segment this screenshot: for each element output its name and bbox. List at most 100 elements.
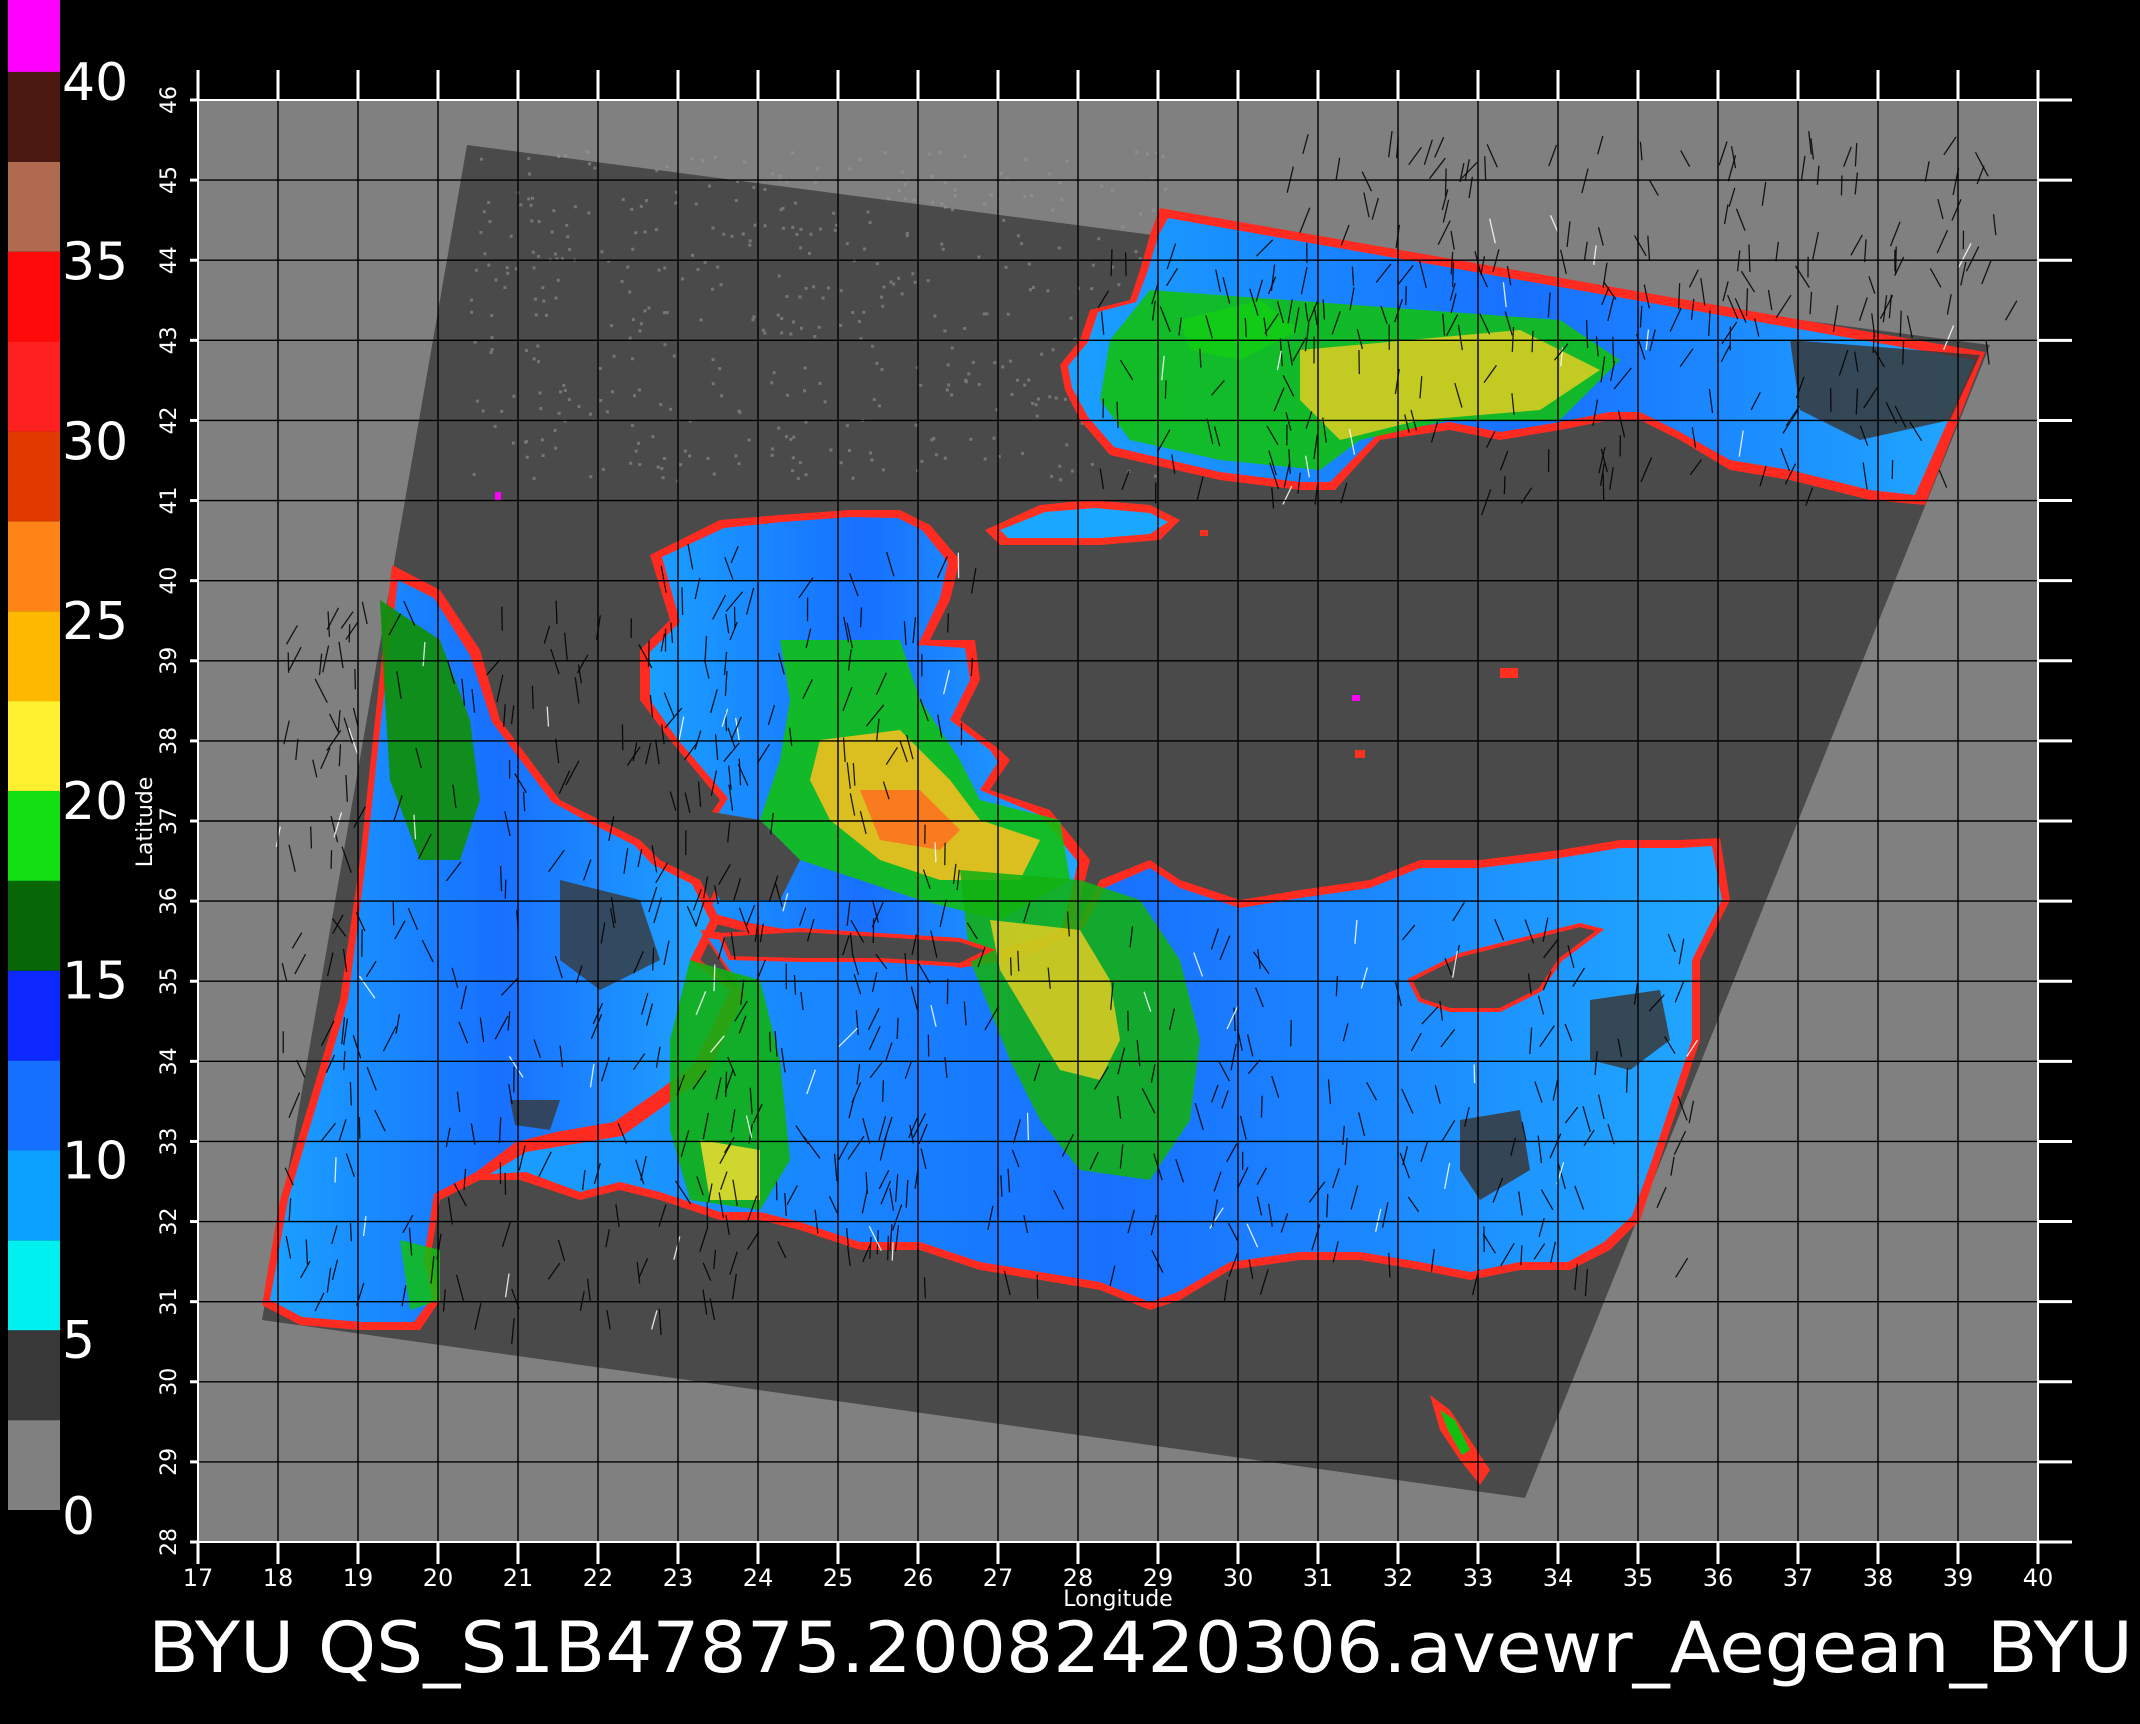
swath-speckle-dot [848,167,851,170]
latitude-tick-label: 42 [157,406,182,434]
swath-speckle-dot [491,348,494,351]
swath-speckle-dot [803,389,806,392]
longitude-tick-label: 25 [823,1564,854,1592]
longitude-tick-label: 39 [1943,1564,1974,1592]
swath-speckle-dot [574,205,577,208]
swath-speckle-dot [666,165,669,168]
swath-speckle-dot [655,169,658,172]
swath-speckle-dot [791,226,794,229]
swath-speckle-dot [712,382,715,385]
swath-speckle-dot [564,154,567,157]
swath-speckle-dot [763,188,766,191]
swath-speckle-dot [773,371,776,374]
swath-speckle-dot [805,287,808,290]
swath-speckle-dot [851,311,854,314]
swath-speckle-dot [519,203,522,206]
swath-speckle-dot [1146,153,1149,156]
swath-speckle-dot [663,266,666,269]
swath-speckle-dot [913,198,916,201]
wind-barb [682,587,683,614]
swath-speckle-dot [734,454,737,457]
color-scale-labels: 0510152025303540 [62,53,128,1547]
swath-speckle-dot [816,167,819,170]
swath-speckle-dot [901,171,904,174]
swath-speckle-dot [780,317,783,320]
swath-speckle-dot [1121,226,1124,229]
swath-speckle-dot [791,151,794,154]
swath-speckle-dot [863,247,866,250]
swath-speckle-dot [1020,242,1023,245]
swath-speckle-dot [644,230,647,233]
latitude-tick-label: 40 [157,567,182,595]
swath-speckle-dot [1070,317,1073,320]
color-scale-segment [8,971,60,1061]
wind-barb [1111,249,1112,276]
longitude-tick-label: 36 [1703,1564,1734,1592]
wind-barb [948,613,949,632]
color-scale-segment [8,1330,60,1420]
longitude-tick-label: 40 [2023,1564,2054,1592]
swath-speckle-dot [771,172,774,175]
swath-speckle-dot [749,239,752,242]
swath-speckle-dot [819,228,822,231]
color-scale-bar [8,0,60,1510]
swath-speckle-dot [940,243,943,246]
wind-barb [1011,957,1012,975]
swath-speckle-dot [706,457,709,460]
swath-speckle-dot [1007,313,1010,316]
swath-speckle-dot [764,224,767,227]
swath-speckle-dot [663,343,666,346]
swath-speckle-dot [799,461,802,464]
swath-speckle-dot [512,395,515,398]
swath-speckle-dot [867,210,870,213]
swath-speckle-dot [697,268,700,271]
swath-speckle-dot [1040,353,1043,356]
swath-speckle-dot [978,383,981,386]
swath-speckle-dot [638,463,641,466]
swath-speckle-dot [748,244,751,247]
swath-speckle-dot [539,407,542,410]
swath-speckle-dot [588,162,591,165]
swath-speckle-dot [753,315,756,318]
swath-speckle-dot [470,299,473,302]
swath-speckle-dot [904,183,907,186]
swath-speckle-dot [487,264,490,267]
color-scale-segment [8,1420,60,1510]
swath-speckle-dot [483,252,486,255]
wind-barb [1504,476,1505,494]
swath-speckle-dot [777,314,780,317]
swath-speckle-dot [881,305,884,308]
color-scale-segment [8,701,60,791]
swath-speckle-dot [533,477,536,480]
swath-speckle-dot [673,354,676,357]
longitude-tick-label: 37 [1783,1564,1814,1592]
swath-speckle-dot [720,394,723,397]
swath-speckle-dot [530,219,533,222]
swath-speckle-dot [638,329,641,332]
wind-barb [311,827,312,849]
wind-barb [1627,1068,1628,1093]
swath-speckle-dot [942,248,945,251]
swath-speckle-dot [1071,470,1074,473]
swath-speckle-dot [684,450,687,453]
swath-speckle-dot [1017,234,1020,237]
swath-speckle-dot [1016,379,1019,382]
swath-speckle-dot [871,345,874,348]
swath-speckle-dot [714,156,717,159]
swath-speckle-dot [818,382,821,385]
longitude-tick-label: 19 [343,1564,374,1592]
swath-speckle-dot [674,201,677,204]
swath-speckle-dot [738,462,741,465]
swath-speckle-dot [533,357,536,360]
swath-speckle-dot [1010,393,1013,396]
swath-speckle-dot [634,231,637,234]
swath-speckle-dot [491,336,494,339]
swath-speckle-dot [542,454,545,457]
latitude-tick-label: 36 [157,887,182,915]
swath-speckle-dot [589,413,592,416]
longitude-tick-label: 38 [1863,1564,1894,1592]
swath-speckle-dot [1162,155,1165,158]
swath-speckle-dot [712,226,715,229]
swath-speckle-dot [824,400,827,403]
swath-speckle-dot [953,188,956,191]
